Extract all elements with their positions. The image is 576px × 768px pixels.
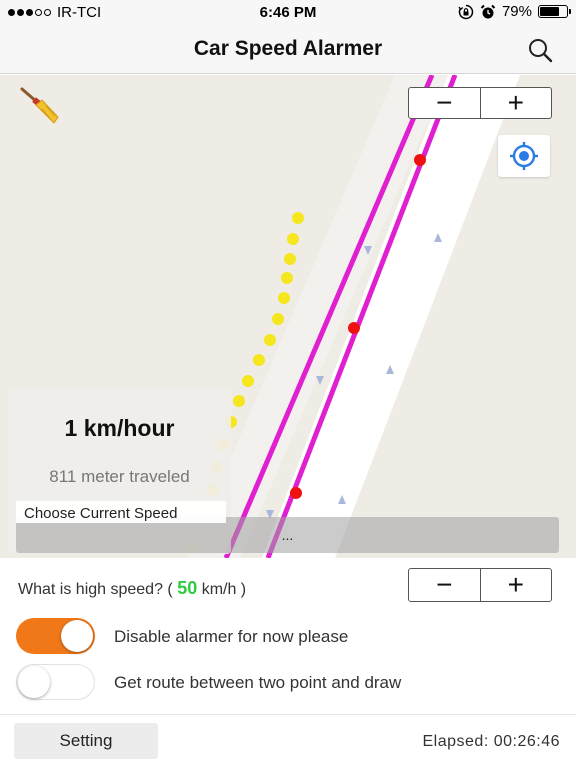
page-title: Car Speed Alarmer bbox=[193, 37, 383, 60]
status-bar: IR-TCI 6:46 PM 79% bbox=[0, 0, 576, 26]
setting-button[interactable]: Setting bbox=[14, 723, 158, 759]
orientation-lock-icon bbox=[458, 4, 474, 19]
zoom-in-button[interactable]: + bbox=[479, 87, 552, 118]
battery-level bbox=[540, 7, 559, 16]
crosshair-location-icon bbox=[510, 142, 538, 170]
high-speed-prefix: What is high speed? ( bbox=[18, 581, 173, 598]
footer-bar: Setting Elapsed: 00:26:46 bbox=[0, 714, 576, 768]
choose-speed-label: Choose Current Speed bbox=[16, 501, 226, 523]
disable-alarm-toggle[interactable] bbox=[16, 618, 95, 654]
battery-icon bbox=[538, 5, 571, 18]
current-speed: 1 km/hour bbox=[64, 415, 175, 441]
status-right: 79% bbox=[458, 3, 571, 20]
map-view[interactable]: − + 1 km/hour 811 meter traveled ... Cho… bbox=[0, 75, 576, 558]
draw-route-label: Get route between two point and draw bbox=[114, 673, 402, 692]
decrease-speed-button[interactable]: − bbox=[409, 569, 480, 601]
choose-speed-value: ... bbox=[281, 527, 294, 543]
navigation-bar: Car Speed Alarmer bbox=[0, 26, 576, 74]
draw-route-toggle[interactable] bbox=[16, 664, 95, 700]
toggle-knob bbox=[61, 620, 93, 652]
toggle-knob bbox=[18, 666, 50, 698]
locate-me-button[interactable] bbox=[498, 135, 550, 177]
broom-icon[interactable] bbox=[18, 85, 62, 125]
zoom-out-button[interactable]: − bbox=[409, 87, 480, 118]
high-speed-question: What is high speed? ( 50 km/h ) bbox=[18, 578, 246, 599]
search-icon[interactable] bbox=[526, 36, 554, 64]
map-zoom-control: − + bbox=[408, 87, 552, 119]
high-speed-suffix: km/h ) bbox=[201, 581, 247, 598]
disable-alarm-label: Disable alarmer for now please bbox=[114, 627, 349, 646]
increase-speed-button[interactable]: + bbox=[479, 569, 552, 601]
high-speed-stepper: − + bbox=[408, 568, 552, 602]
alarm-clock-icon bbox=[480, 4, 496, 18]
high-speed-value: 50 bbox=[177, 578, 198, 598]
elapsed-time: Elapsed: 00:26:46 bbox=[422, 733, 560, 750]
settings-panel: What is high speed? ( 50 km/h ) − + Disa… bbox=[0, 558, 576, 714]
battery-percent: 79% bbox=[501, 3, 532, 20]
distance-traveled: 811 meter traveled bbox=[49, 467, 190, 486]
